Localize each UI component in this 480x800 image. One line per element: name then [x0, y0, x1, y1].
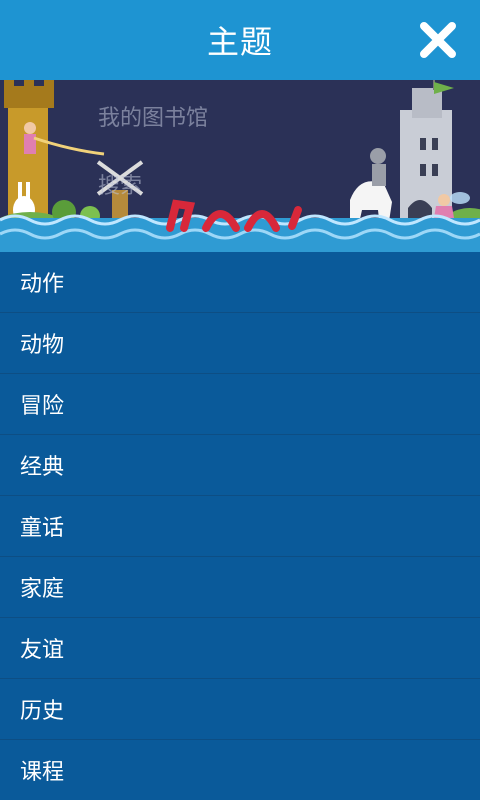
banner-illustration [0, 80, 480, 252]
menu-item-label: 冒险 [20, 394, 65, 419]
menu-item-friendship[interactable]: 友谊 [0, 618, 480, 679]
menu-item-label: 经典 [20, 455, 65, 480]
search-label[interactable]: 搜索 [98, 168, 142, 200]
menu-item-label: 家庭 [20, 577, 65, 602]
menu-item-label: 友谊 [20, 638, 65, 663]
menu-item-label: 动物 [20, 333, 65, 358]
menu-item-lessons[interactable]: 课程 [0, 740, 480, 800]
menu-item-classics[interactable]: 经典 [0, 435, 480, 496]
menu-item-label: 课程 [20, 760, 65, 785]
close-icon [420, 22, 456, 58]
app-root: 主题 我的图书馆 搜索 动作 动物 冒险 经典 童话 家庭 友谊 历史 课程 [0, 0, 480, 800]
menu-item-label: 童话 [20, 516, 65, 541]
topic-menu: 动作 动物 冒险 经典 童话 家庭 友谊 历史 课程 [0, 252, 480, 800]
my-library-label[interactable]: 我的图书馆 [98, 100, 208, 132]
menu-item-action[interactable]: 动作 [0, 252, 480, 313]
page-title: 主题 [206, 23, 273, 61]
menu-item-label: 历史 [20, 699, 65, 724]
menu-item-history[interactable]: 历史 [0, 679, 480, 740]
library-banner[interactable]: 我的图书馆 搜索 [0, 80, 480, 252]
menu-item-family[interactable]: 家庭 [0, 557, 480, 618]
close-button[interactable] [418, 20, 458, 60]
title-bar: 主题 [0, 0, 480, 80]
menu-item-label: 动作 [20, 272, 65, 297]
menu-item-fairy-tales[interactable]: 童话 [0, 496, 480, 557]
menu-item-adventure[interactable]: 冒险 [0, 374, 480, 435]
menu-item-animals[interactable]: 动物 [0, 313, 480, 374]
